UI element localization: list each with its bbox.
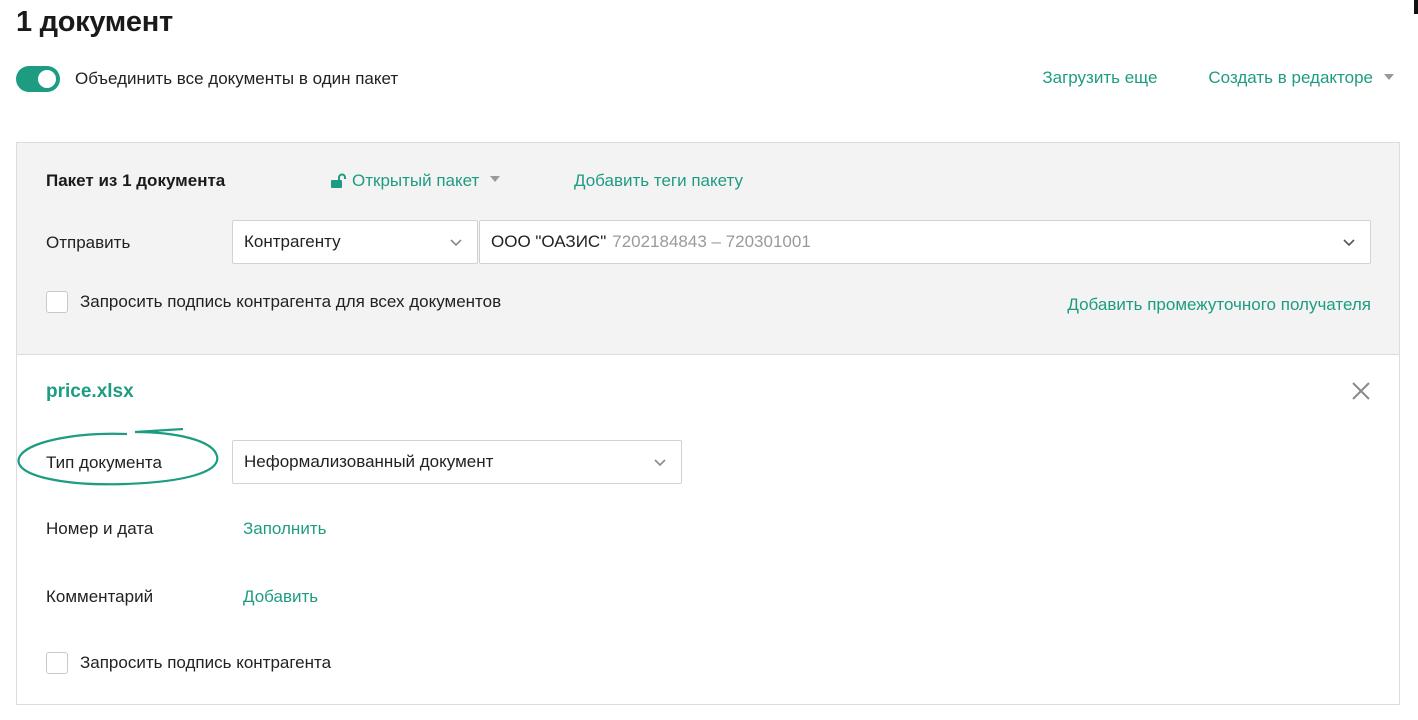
fill-number-date-link[interactable]: Заполнить bbox=[243, 519, 326, 539]
upload-more-link[interactable]: Загрузить еще bbox=[1042, 68, 1157, 88]
caret-down-icon bbox=[1384, 73, 1394, 80]
counterparty-name: ООО "ОАЗИС" bbox=[491, 232, 607, 251]
document-type-value: Неформализованный документ bbox=[244, 452, 494, 471]
request-sign-all-label: Запросить подпись контрагента для всех д… bbox=[80, 292, 502, 311]
document-type-label: Тип документа bbox=[46, 453, 162, 472]
package-title: Пакет из 1 документа bbox=[46, 171, 226, 190]
chevron-down-icon bbox=[1343, 239, 1355, 247]
recipient-type-value: Контрагенту bbox=[244, 232, 341, 251]
number-date-label: Номер и дата bbox=[46, 519, 154, 538]
chevron-down-icon bbox=[654, 459, 666, 467]
package-access-label: Открытый пакет bbox=[352, 171, 480, 190]
create-in-editor-dropdown[interactable]: Создать в редакторе bbox=[1208, 68, 1394, 88]
request-sign-checkbox[interactable] bbox=[46, 652, 68, 674]
document-file-link[interactable]: price.xlsx bbox=[46, 381, 134, 403]
request-sign-label: Запросить подпись контрагента bbox=[80, 653, 332, 672]
recipient-type-select[interactable]: Контрагенту bbox=[232, 220, 478, 264]
send-label: Отправить bbox=[46, 233, 131, 252]
merge-toggle[interactable] bbox=[16, 66, 60, 92]
corner-mark bbox=[1414, 0, 1418, 14]
package-card: Пакет из 1 документа Открытый пакет Доба… bbox=[16, 142, 1400, 705]
package-header: Пакет из 1 документа Открытый пакет Доба… bbox=[17, 143, 1399, 355]
close-icon[interactable] bbox=[1349, 379, 1373, 403]
add-tags-link[interactable]: Добавить теги пакету bbox=[574, 171, 743, 191]
request-sign-all-checkbox[interactable] bbox=[46, 291, 68, 313]
create-in-editor-label: Создать в редакторе bbox=[1208, 68, 1373, 87]
request-sign-all-row: Запросить подпись контрагента для всех д… bbox=[46, 291, 501, 313]
counterparty-select[interactable]: ООО "ОАЗИС" 7202184843 – 720301001 bbox=[479, 220, 1371, 264]
page-title: 1 документ bbox=[16, 6, 173, 38]
top-actions: Загрузить еще Создать в редакторе bbox=[1042, 68, 1394, 88]
toggle-knob bbox=[38, 70, 56, 88]
add-comment-link[interactable]: Добавить bbox=[243, 587, 318, 607]
chevron-down-icon bbox=[450, 239, 462, 247]
add-intermediate-recipient-link[interactable]: Добавить промежуточного получателя bbox=[1067, 295, 1371, 315]
request-sign-row: Запросить подпись контрагента bbox=[46, 652, 331, 674]
merge-toggle-label: Объединить все документы в один пакет bbox=[75, 69, 399, 88]
comment-label: Комментарий bbox=[46, 587, 154, 606]
lock-open-icon bbox=[331, 173, 346, 188]
package-access-dropdown[interactable]: Открытый пакет bbox=[330, 171, 501, 191]
document-type-select[interactable]: Неформализованный документ bbox=[232, 440, 682, 484]
counterparty-ids: 7202184843 – 720301001 bbox=[612, 232, 811, 251]
caret-down-icon bbox=[490, 176, 501, 182]
merge-toggle-row: Объединить все документы в один пакет bbox=[16, 66, 398, 92]
